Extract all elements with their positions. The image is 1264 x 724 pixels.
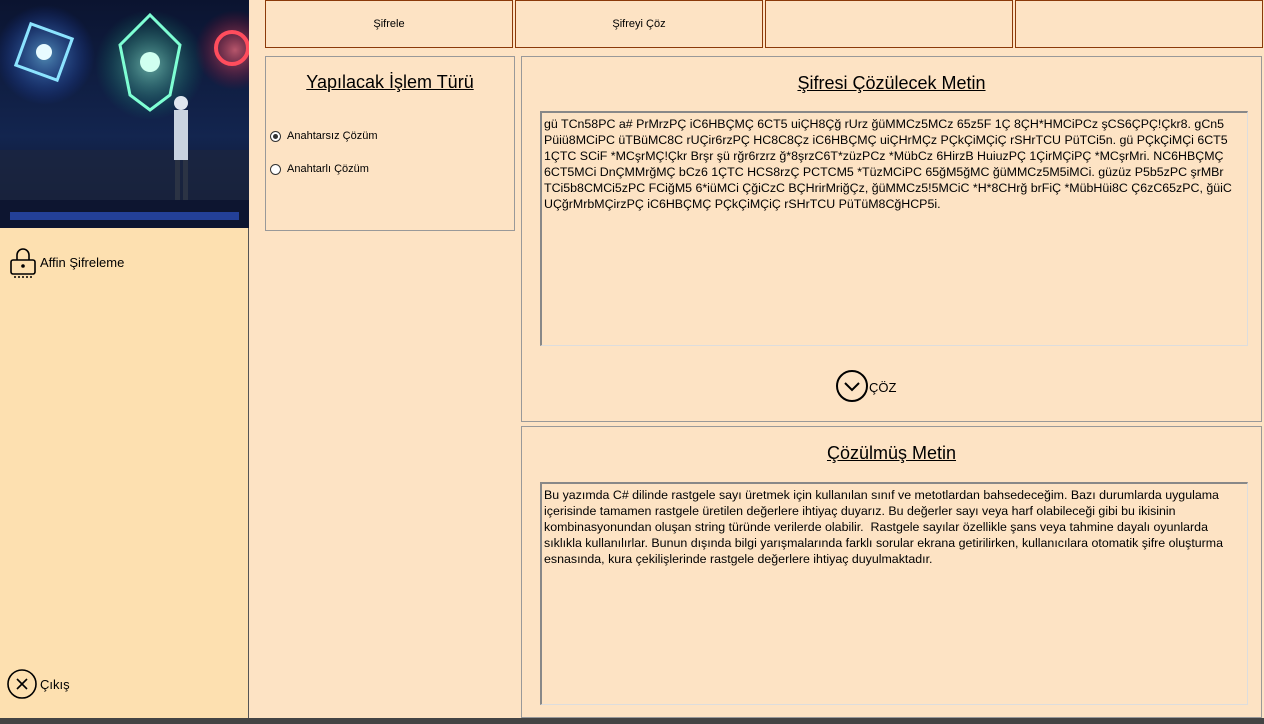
radio-keyless[interactable]: Anahtarsız Çözüm	[270, 130, 377, 142]
sidebar-item-affine[interactable]: Affin Şifreleme	[6, 245, 124, 279]
tab-encrypt[interactable]: Şifrele	[265, 0, 513, 48]
tab-empty-2[interactable]	[1015, 0, 1263, 48]
main-area: Şifrele Şifreyi Çöz Yapılacak İşlem Türü…	[249, 0, 1264, 718]
radio-keyless-indicator[interactable]	[270, 130, 281, 142]
radio-keyless-label: Anahtarsız Çözüm	[287, 130, 378, 142]
plain-textarea[interactable]: Bu yazımda C# dilinde rastgele sayı üret…	[540, 482, 1248, 705]
solve-button-label: ÇÖZ	[869, 380, 897, 395]
bottom-border	[0, 718, 1264, 724]
solve-button[interactable]: ÇÖZ	[835, 369, 896, 406]
tab-decrypt[interactable]: Şifreyi Çöz	[515, 0, 763, 48]
exit-button[interactable]: Çıkış	[6, 667, 70, 701]
operation-title: Yapılacak İşlem Türü	[306, 72, 474, 92]
tab-encrypt-label: Şifrele	[373, 18, 405, 30]
exit-button-label: Çıkış	[40, 676, 70, 692]
close-circle-icon	[6, 667, 40, 701]
radio-keyed[interactable]: Anahtarlı Çözüm	[270, 163, 369, 175]
cipher-textarea[interactable]: gü TCn58PC a# PrMrzPÇ iC6HBÇMÇ 6CT5 uiÇH…	[540, 111, 1248, 346]
hero-image	[0, 0, 249, 228]
sidebar: Affin Şifreleme Çıkış	[0, 0, 249, 719]
operation-panel: Yapılacak İşlem Türü Anahtarsız Çözüm An…	[265, 56, 515, 231]
radio-keyed-label: Anahtarlı Çözüm	[287, 163, 369, 175]
cipher-panel: Şifresi Çözülecek Metin gü TCn58PC a# Pr…	[521, 56, 1262, 422]
chevron-down-circle-icon	[835, 369, 869, 406]
cipher-title: Şifresi Çözülecek Metin	[797, 73, 986, 93]
lock-icon	[6, 245, 40, 279]
tab-empty-1[interactable]	[765, 0, 1013, 48]
plain-panel: Çözülmüş Metin Bu yazımda C# dilinde ras…	[521, 426, 1262, 718]
plain-title: Çözülmüş Metin	[826, 443, 957, 463]
radio-keyed-indicator[interactable]	[270, 163, 281, 175]
sidebar-item-affine-label: Affin Şifreleme	[40, 254, 125, 270]
tab-decrypt-label: Şifreyi Çöz	[612, 18, 666, 30]
